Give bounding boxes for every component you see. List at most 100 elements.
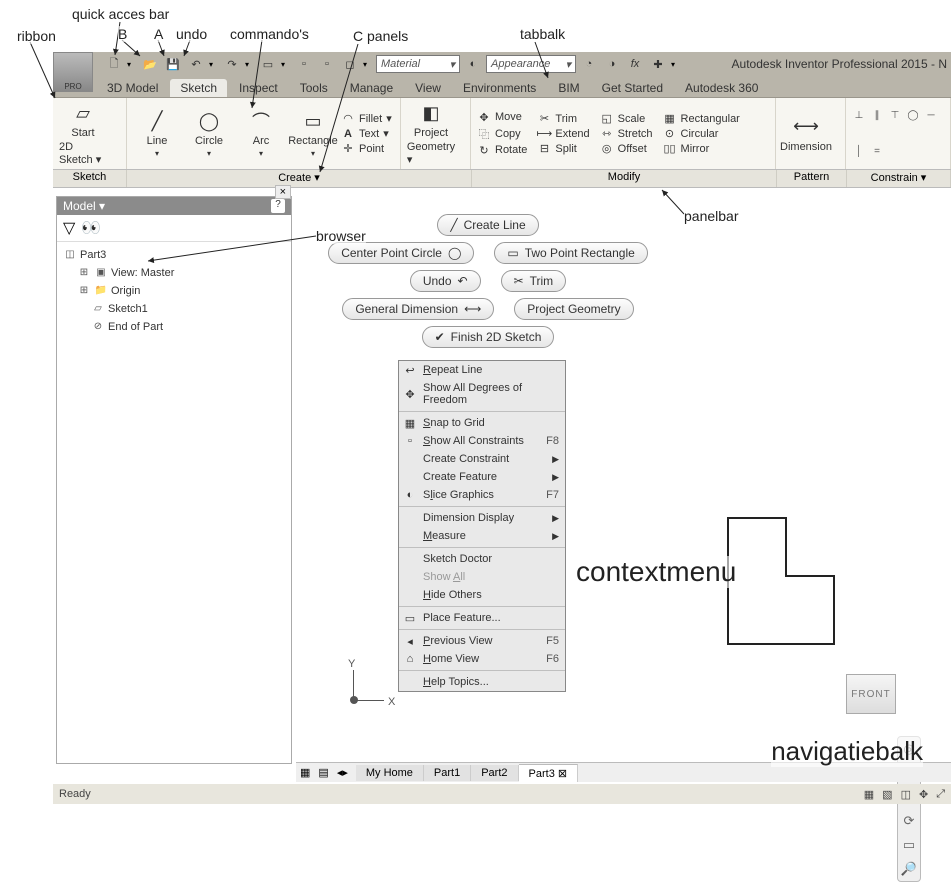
tab-sketch[interactable]: Sketch xyxy=(170,79,227,97)
tab-inspect[interactable]: Inspect xyxy=(229,79,288,97)
status-icon[interactable]: ⤢ xyxy=(936,788,945,801)
look-icon[interactable]: ▭ xyxy=(903,837,915,853)
appearance-dropdown[interactable]: Appearance▾ xyxy=(486,55,576,73)
binoculars-icon[interactable]: 👀 xyxy=(81,218,101,238)
scale-button[interactable]: ◱Scale xyxy=(600,112,653,125)
open-icon[interactable]: 📂 xyxy=(140,55,160,73)
redo-icon[interactable]: ↷ xyxy=(222,55,242,73)
tab-environments[interactable]: Environments xyxy=(453,79,546,97)
funnel-icon[interactable]: ▽ xyxy=(63,218,75,238)
ctx-item[interactable]: ◐Slice GraphicsF7 xyxy=(399,486,565,504)
trim-button[interactable]: ✂Trim xyxy=(537,112,589,125)
tree-root[interactable]: ◫Part3 xyxy=(63,246,285,264)
ctx-item[interactable]: Measure▶ xyxy=(399,527,565,545)
tree-view[interactable]: ⊞▣View: Master xyxy=(63,264,285,282)
tab-3d-model[interactable]: 3D Model xyxy=(97,79,168,97)
constraint-icon[interactable]: ⊥ xyxy=(852,109,866,123)
rotate-button[interactable]: ↻Rotate xyxy=(477,144,527,157)
circle-button[interactable]: ◯Circle▾ xyxy=(185,109,233,158)
point-button[interactable]: ✛Point xyxy=(341,142,392,155)
tree-origin[interactable]: ⊞📁Origin xyxy=(63,282,285,300)
tab-tools[interactable]: Tools xyxy=(290,79,338,97)
undo-button[interactable]: Undo↶ xyxy=(410,270,481,292)
ctx-item[interactable]: Help Topics... xyxy=(399,673,565,691)
copy-button[interactable]: ⿻Copy xyxy=(477,126,527,142)
general-dimension-button[interactable]: General Dimension⟷ xyxy=(342,298,494,320)
constraint-icon[interactable]: ∥ xyxy=(870,109,884,123)
app-logo[interactable]: PRO xyxy=(53,52,93,92)
dimension-button[interactable]: ⟷Dimension xyxy=(782,115,830,153)
adjust-icon[interactable]: ◑ xyxy=(602,55,622,73)
material-browser-icon[interactable]: ◐ xyxy=(463,55,483,73)
close-icon[interactable]: ⊠ xyxy=(558,768,567,780)
view-cube[interactable]: FRONT xyxy=(846,674,896,714)
ctx-item[interactable]: ▦Snap to Grid xyxy=(399,414,565,432)
close-icon[interactable]: × xyxy=(275,185,291,199)
mirror-button[interactable]: ▯▯Mirror xyxy=(663,142,740,155)
ctx-item[interactable]: ⌂Home ViewF6 xyxy=(399,650,565,668)
status-icon[interactable]: ✥ xyxy=(919,788,928,801)
appearance-icon[interactable]: ◔ xyxy=(579,55,599,73)
browser-header[interactable]: Model ▾? xyxy=(57,197,291,215)
ctx-item[interactable]: Create Feature▶ xyxy=(399,468,565,486)
move-button[interactable]: ✥Move xyxy=(477,111,527,124)
help-icon[interactable]: ? xyxy=(271,199,285,213)
material-dropdown[interactable]: Material▾ xyxy=(376,55,460,73)
stretch-button[interactable]: ⇿Stretch xyxy=(600,127,653,140)
ctx-item[interactable]: Hide Others xyxy=(399,586,565,604)
select-icon[interactable]: ▭ xyxy=(258,55,278,73)
project-geometry-button[interactable]: ◧ Project Geometry ▾ xyxy=(407,101,455,166)
doc-tab-part2[interactable]: Part2 xyxy=(471,765,518,781)
trim-button[interactable]: ✂Trim xyxy=(501,270,567,292)
doc-tab-home[interactable]: My Home xyxy=(356,765,424,781)
ctx-item[interactable]: ◂Previous ViewF5 xyxy=(399,632,565,650)
ctx-item[interactable]: Dimension Display▶ xyxy=(399,509,565,527)
plus-icon[interactable]: ✚ xyxy=(648,55,668,73)
doc-tab-part1[interactable]: Part1 xyxy=(424,765,471,781)
line-button[interactable]: ╱Line▾ xyxy=(133,109,181,158)
tab-get-started[interactable]: Get Started xyxy=(592,79,673,97)
ctx-item[interactable]: Sketch Doctor xyxy=(399,550,565,568)
two-point-rect-button[interactable]: ▭Two Point Rectangle xyxy=(494,242,647,264)
layout-icon[interactable]: ▤ xyxy=(314,766,332,779)
panel-label-create[interactable]: Create ▾ xyxy=(127,170,472,187)
ctx-item[interactable]: ↩Repeat Line xyxy=(399,361,565,379)
save-icon[interactable]: 💾 xyxy=(163,55,183,73)
tree-sketch[interactable]: ▱Sketch1 xyxy=(63,300,285,318)
qat-btn[interactable]: ▫ xyxy=(317,55,337,73)
zoom-all-icon[interactable]: 🔎 xyxy=(901,861,917,877)
fx-icon[interactable]: fx xyxy=(625,55,645,73)
undo-icon[interactable]: ↶ xyxy=(186,55,206,73)
center-circle-button[interactable]: Center Point Circle◯ xyxy=(328,242,474,264)
ctx-item[interactable]: ✥Show All Degrees of Freedom xyxy=(399,379,565,409)
text-button[interactable]: AText ▾ xyxy=(341,127,392,140)
ctx-item[interactable]: ▫Show All ConstraintsF8 xyxy=(399,432,565,450)
rect-pattern-button[interactable]: ▦Rectangular xyxy=(663,112,740,125)
component-icon[interactable]: ◻ xyxy=(340,55,360,73)
fillet-button[interactable]: ◠Fillet ▾ xyxy=(341,112,392,125)
panel-label-constrain[interactable]: Constrain ▾ xyxy=(847,170,951,187)
status-icon[interactable]: ▦ xyxy=(864,788,874,801)
ctx-item[interactable]: Create Constraint▶ xyxy=(399,450,565,468)
project-geometry-button[interactable]: Project Geometry xyxy=(514,298,633,320)
rectangle-button[interactable]: ▭Rectangle▾ xyxy=(289,109,337,158)
constraint-icon[interactable]: │ xyxy=(852,144,866,158)
orbit-icon[interactable]: ⟳ xyxy=(904,813,915,829)
tab-bim[interactable]: BIM xyxy=(548,79,589,97)
status-icon[interactable]: ▧ xyxy=(882,788,892,801)
finish-sketch-button[interactable]: ✔Finish 2D Sketch xyxy=(422,326,555,348)
graphics-canvas[interactable]: ╱Create Line Center Point Circle◯ ▭Two P… xyxy=(296,196,951,764)
tab-manage[interactable]: Manage xyxy=(340,79,403,97)
doc-tab-part3[interactable]: Part3 ⊠ xyxy=(519,764,579,782)
split-button[interactable]: ⊟Split xyxy=(537,142,589,155)
layout-icon[interactable]: ▦ xyxy=(296,766,314,779)
constraint-icon[interactable]: = xyxy=(870,144,884,158)
ctx-item[interactable]: ▭Place Feature... xyxy=(399,609,565,627)
extend-button[interactable]: ⟼Extend xyxy=(537,127,589,140)
tab-autodesk-360[interactable]: Autodesk 360 xyxy=(675,79,768,97)
nav-icon[interactable]: ◂▸ xyxy=(333,766,356,779)
tab-view[interactable]: View xyxy=(405,79,451,97)
offset-button[interactable]: ◎Offset xyxy=(600,142,653,155)
new-icon[interactable]: 🗋 xyxy=(104,55,124,73)
arc-button[interactable]: ⌒Arc▾ xyxy=(237,109,285,158)
